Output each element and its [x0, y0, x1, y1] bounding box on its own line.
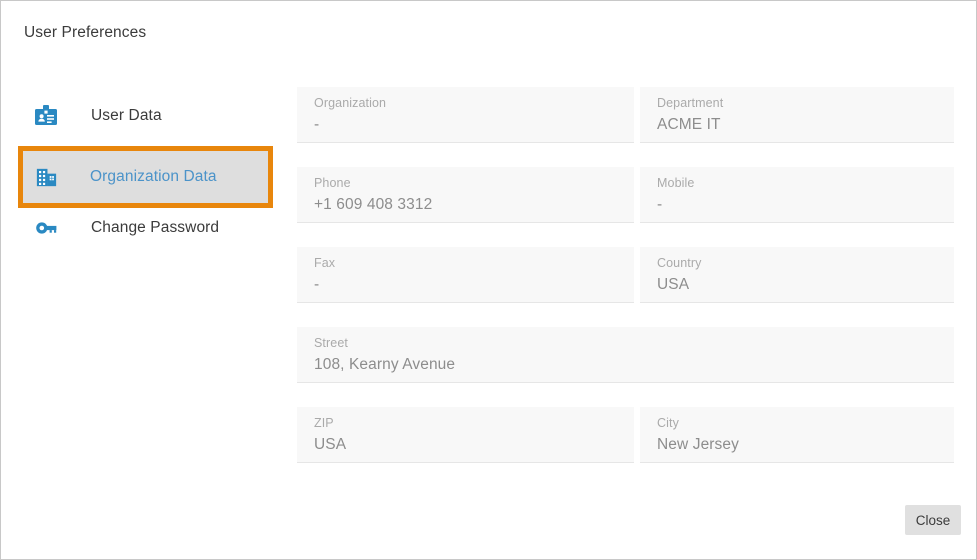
key-icon — [29, 211, 63, 245]
field-value: - — [314, 275, 634, 295]
field-value: - — [314, 115, 634, 135]
field-label: Mobile — [657, 176, 954, 191]
dialog-footer: Close — [1, 497, 976, 559]
organization-data-form: Organization - Department ACME IT Phone … — [297, 87, 954, 487]
field-fax[interactable]: Fax - — [297, 247, 634, 303]
field-value: ACME IT — [657, 115, 954, 135]
sidebar-item-label: User Data — [91, 107, 162, 125]
id-badge-icon — [29, 99, 63, 133]
field-zip[interactable]: ZIP USA — [297, 407, 634, 463]
field-label: Street — [314, 336, 954, 351]
field-country[interactable]: Country USA — [640, 247, 954, 303]
sidebar-item-user-data[interactable]: User Data — [23, 90, 273, 142]
field-label: Department — [657, 96, 954, 111]
user-preferences-dialog: User Preferences User Data — [0, 0, 977, 560]
field-label: ZIP — [314, 416, 634, 431]
field-street[interactable]: Street 108, Kearny Avenue — [297, 327, 954, 383]
field-label: Country — [657, 256, 954, 271]
field-value: +1 609 408 3312 — [314, 195, 634, 215]
form-row: Organization - Department ACME IT — [297, 87, 954, 143]
field-organization[interactable]: Organization - — [297, 87, 634, 143]
form-row: ZIP USA City New Jersey — [297, 407, 954, 463]
field-value: 108, Kearny Avenue — [314, 355, 954, 375]
field-label: Fax — [314, 256, 634, 271]
sidebar-item-label: Change Password — [91, 219, 219, 237]
sidebar-item-label: Organization Data — [90, 168, 217, 186]
sidebar-item-organization-data[interactable]: Organization Data — [18, 146, 273, 208]
field-label: Organization — [314, 96, 634, 111]
field-value: New Jersey — [657, 435, 954, 455]
form-row: Phone +1 609 408 3312 Mobile - — [297, 167, 954, 223]
sidebar: User Data — [1, 69, 297, 559]
field-value: USA — [314, 435, 634, 455]
dialog-header: User Preferences — [1, 1, 976, 69]
field-label: Phone — [314, 176, 634, 191]
page-title: User Preferences — [24, 24, 146, 42]
field-phone[interactable]: Phone +1 609 408 3312 — [297, 167, 634, 223]
field-label: City — [657, 416, 954, 431]
field-value: - — [657, 195, 954, 215]
form-row: Street 108, Kearny Avenue — [297, 327, 954, 383]
field-department[interactable]: Department ACME IT — [640, 87, 954, 143]
close-button[interactable]: Close — [905, 505, 961, 535]
office-building-icon — [29, 160, 63, 194]
field-city[interactable]: City New Jersey — [640, 407, 954, 463]
field-value: USA — [657, 275, 954, 295]
field-mobile[interactable]: Mobile - — [640, 167, 954, 223]
form-row: Fax - Country USA — [297, 247, 954, 303]
sidebar-item-change-password[interactable]: Change Password — [23, 202, 273, 254]
